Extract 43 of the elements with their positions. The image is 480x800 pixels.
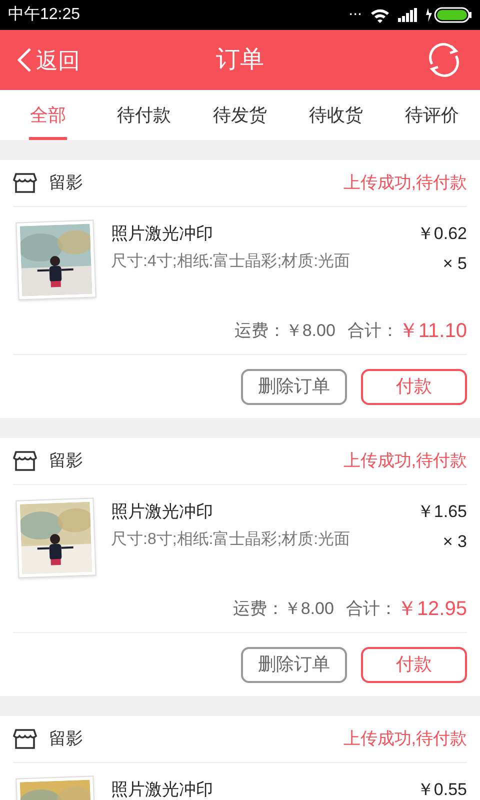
item-title: 照片激光冲印 xyxy=(111,223,214,245)
pay-button[interactable]: 付款 xyxy=(361,646,467,682)
item-spec: 尺寸:4寸;相纸:富士晶彩;材质:光面 xyxy=(111,252,352,272)
item-quantity: × 5 xyxy=(442,252,467,274)
item-price: ￥0.55 xyxy=(416,779,467,800)
total-amount: ￥12.95 xyxy=(396,596,467,622)
order-status: 上传成功,待付款 xyxy=(343,450,467,472)
item-spec: 尺寸:8寸;相纸:富士晶彩;材质:光面 xyxy=(111,530,352,550)
delete-order-button[interactable]: 删除订单 xyxy=(241,368,347,404)
item-price: ￥0.62 xyxy=(416,223,467,245)
order-tab[interactable]: 全部 xyxy=(0,90,96,140)
back-button[interactable]: 返回 xyxy=(16,44,80,76)
total-amount: ￥11.10 xyxy=(398,318,467,344)
store-icon xyxy=(13,728,37,750)
store-icon xyxy=(13,450,37,472)
shipping-fee: 运费：￥8.00 xyxy=(234,320,336,342)
store-name: 留影 xyxy=(49,728,83,750)
delete-order-button[interactable]: 删除订单 xyxy=(241,646,347,682)
item-price: ￥1.65 xyxy=(416,501,467,523)
shipping-fee: 运费：￥8.00 xyxy=(232,598,334,620)
refresh-icon xyxy=(426,42,462,78)
wifi-icon xyxy=(370,7,390,23)
total-label: 合计： xyxy=(346,598,397,620)
back-icon xyxy=(16,47,32,73)
pay-button[interactable]: 付款 xyxy=(361,368,467,404)
order-tab[interactable]: 待收货 xyxy=(288,90,384,140)
more-dots: ... xyxy=(348,3,362,21)
order-tab[interactable]: 待评价 xyxy=(384,90,480,140)
order-tab[interactable]: 待付款 xyxy=(96,90,192,140)
total-label: 合计： xyxy=(347,320,398,342)
signal-icon xyxy=(398,8,418,22)
battery-icon xyxy=(426,7,472,23)
page-title: 订单 xyxy=(216,45,264,75)
store-name: 留影 xyxy=(49,450,83,472)
item-title: 照片激光冲印 xyxy=(111,501,214,523)
item-title: 照片激光冲印 xyxy=(111,779,214,800)
order-status: 上传成功,待付款 xyxy=(343,172,467,194)
order-tab[interactable]: 待发货 xyxy=(192,90,288,140)
item-quantity: × 3 xyxy=(442,530,467,552)
order-status: 上传成功,待付款 xyxy=(343,728,467,750)
store-icon xyxy=(13,172,37,194)
store-name: 留影 xyxy=(49,172,83,194)
status-time: 中午12:25 xyxy=(8,4,80,25)
